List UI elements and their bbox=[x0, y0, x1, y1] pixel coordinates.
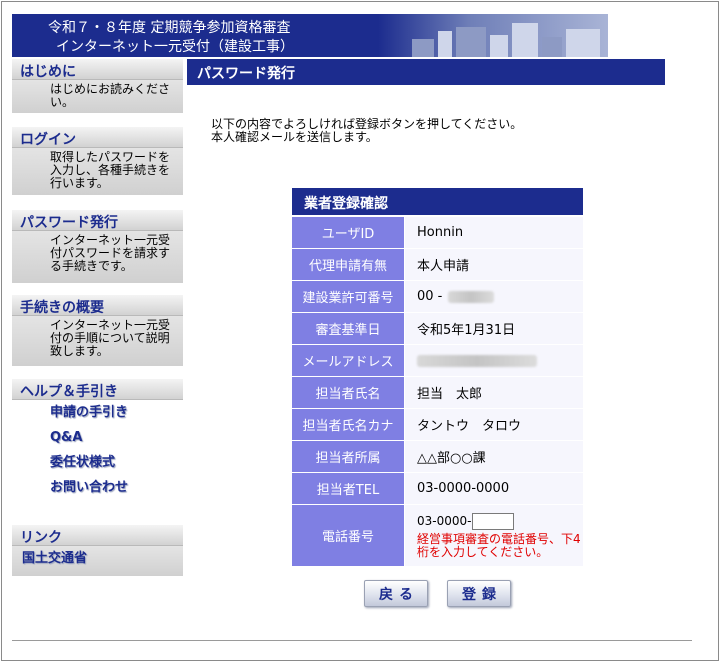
sidebar-heading[interactable]: 手続きの概要 bbox=[12, 295, 183, 316]
table-row-contact-name: 担当者氏名 担当 太郎 bbox=[292, 377, 583, 409]
sidebar-section-password[interactable]: パスワード発行 インターネット一元受付パスワードを請求する手続きです。 bbox=[12, 210, 183, 283]
row-label: 担当者氏名カナ bbox=[292, 409, 404, 440]
phone-entry: 03-0000- 経営事項審査の電話番号、下4桁を入力してください。 bbox=[417, 512, 583, 559]
row-value: 本人申請 bbox=[405, 249, 583, 280]
link-power-of-attorney[interactable]: 委任状様式 bbox=[12, 450, 183, 475]
page-title: パスワード発行 bbox=[187, 59, 665, 85]
banner-building bbox=[542, 37, 562, 57]
row-label: 建設業許可番号 bbox=[292, 281, 404, 312]
table-row-email: メールアドレス bbox=[292, 345, 583, 377]
sidebar-heading[interactable]: パスワード発行 bbox=[12, 210, 183, 231]
table-row-review-date: 審査基準日 令和5年1月31日 bbox=[292, 313, 583, 345]
table-row-department: 担当者所属 △△部○○課 bbox=[292, 441, 583, 473]
license-prefix: 00 - bbox=[417, 289, 443, 304]
sidebar-links-body: 国土交通省 bbox=[12, 546, 183, 576]
table-row-proxy: 代理申請有無 本人申請 bbox=[292, 249, 583, 281]
row-label: 審査基準日 bbox=[292, 313, 404, 344]
sidebar-section-intro[interactable]: はじめに はじめにお読みください。 bbox=[12, 59, 183, 113]
row-label: 代理申請有無 bbox=[292, 249, 404, 280]
sidebar-section-links: リンク 国土交通省 bbox=[12, 525, 183, 576]
link-faq[interactable]: Q&A bbox=[12, 425, 183, 450]
row-value: Honnin bbox=[405, 217, 583, 248]
banner-building bbox=[456, 27, 486, 57]
sidebar-heading[interactable]: はじめに bbox=[12, 59, 183, 80]
banner-building bbox=[512, 23, 538, 57]
row-value: 00 - bbox=[405, 281, 583, 312]
phone-note: 経営事項審査の電話番号、下4桁を入力してください。 bbox=[417, 531, 581, 559]
phone-line: 03-0000- bbox=[417, 512, 583, 530]
sidebar-section-login[interactable]: ログイン 取得したパスワードを入力し、各種手続きを行います。 bbox=[12, 127, 183, 195]
table-row-license-number: 建設業許可番号 00 - bbox=[292, 281, 583, 313]
sidebar-section-help: ヘルプ＆手引き 申請の手引き Q&A 委任状様式 お問い合わせ bbox=[12, 379, 183, 500]
table-row-user-id: ユーザID Honnin bbox=[292, 217, 583, 249]
sidebar-description: インターネット一元受付パスワードを請求する手続きです。 bbox=[12, 231, 183, 283]
table-title: 業者登録確認 bbox=[292, 188, 583, 215]
redacted-value bbox=[448, 290, 495, 303]
link-application-guide[interactable]: 申請の手引き bbox=[12, 400, 183, 425]
row-value: 03-0000-0000 bbox=[405, 473, 583, 504]
table-row-contact-tel: 担当者TEL 03-0000-0000 bbox=[292, 473, 583, 505]
banner-building bbox=[412, 39, 434, 57]
banner-building bbox=[566, 29, 600, 57]
banner-subtitle: インターネット一元受付（建設工事） bbox=[56, 39, 294, 55]
banner-title: 令和７・８年度 定期競争参加資格審査 bbox=[48, 20, 291, 36]
sidebar-heading[interactable]: ログイン bbox=[12, 127, 183, 148]
sidebar-heading: ヘルプ＆手引き bbox=[12, 379, 183, 400]
banner-building bbox=[438, 31, 452, 57]
row-value bbox=[405, 345, 583, 376]
table-row-contact-kana: 担当者氏名カナ タントウ タロウ bbox=[292, 409, 583, 441]
external-links: 国土交通省 bbox=[12, 546, 183, 571]
table-row-phone: 電話番号 03-0000- 経営事項審査の電話番号、下4桁を入力してください。 bbox=[292, 505, 583, 567]
help-links: 申請の手引き Q&A 委任状様式 お問い合わせ bbox=[12, 400, 183, 500]
sidebar-description: はじめにお読みください。 bbox=[12, 80, 183, 113]
link-mlit[interactable]: 国土交通省 bbox=[12, 546, 183, 571]
row-label: 電話番号 bbox=[292, 505, 404, 566]
sidebar-description: 取得したパスワードを入力し、各種手続きを行います。 bbox=[12, 148, 183, 195]
sidebar-description: インターネット一元受付の手順について説明致します。 bbox=[12, 316, 183, 366]
row-label: ユーザID bbox=[292, 217, 404, 248]
back-button[interactable]: 戻る bbox=[364, 580, 428, 607]
sidebar-section-overview[interactable]: 手続きの概要 インターネット一元受付の手順について説明致します。 bbox=[12, 295, 183, 366]
banner-building bbox=[490, 35, 508, 57]
row-value: 令和5年1月31日 bbox=[405, 313, 583, 344]
row-value: 03-0000- 経営事項審査の電話番号、下4桁を入力してください。 bbox=[405, 505, 583, 566]
row-label: 担当者所属 bbox=[292, 441, 404, 472]
instruction-line: 本人確認メールを送信します。 bbox=[211, 130, 378, 144]
header-banner: 令和７・８年度 定期競争参加資格審査 インターネット一元受付（建設工事） bbox=[12, 14, 608, 57]
phone-prefix: 03-0000- bbox=[417, 513, 472, 528]
register-button[interactable]: 登録 bbox=[447, 580, 511, 607]
confirmation-table: ユーザID Honnin 代理申請有無 本人申請 建設業許可番号 00 - 審査… bbox=[292, 217, 583, 567]
row-label: 担当者氏名 bbox=[292, 377, 404, 408]
footer-divider bbox=[12, 640, 692, 641]
row-value: 担当 太郎 bbox=[405, 377, 583, 408]
sidebar-heading: リンク bbox=[12, 525, 183, 546]
row-value: △△部○○課 bbox=[405, 441, 583, 472]
row-value: タントウ タロウ bbox=[405, 409, 583, 440]
link-contact[interactable]: お問い合わせ bbox=[12, 475, 183, 500]
instructions: 以下の内容でよろしければ登録ボタンを押してください。 本人確認メールを送信します… bbox=[211, 118, 631, 144]
row-label: 担当者TEL bbox=[292, 473, 404, 504]
phone-last4-input[interactable] bbox=[472, 512, 515, 530]
row-label: メールアドレス bbox=[292, 345, 404, 376]
redacted-value bbox=[417, 354, 537, 367]
